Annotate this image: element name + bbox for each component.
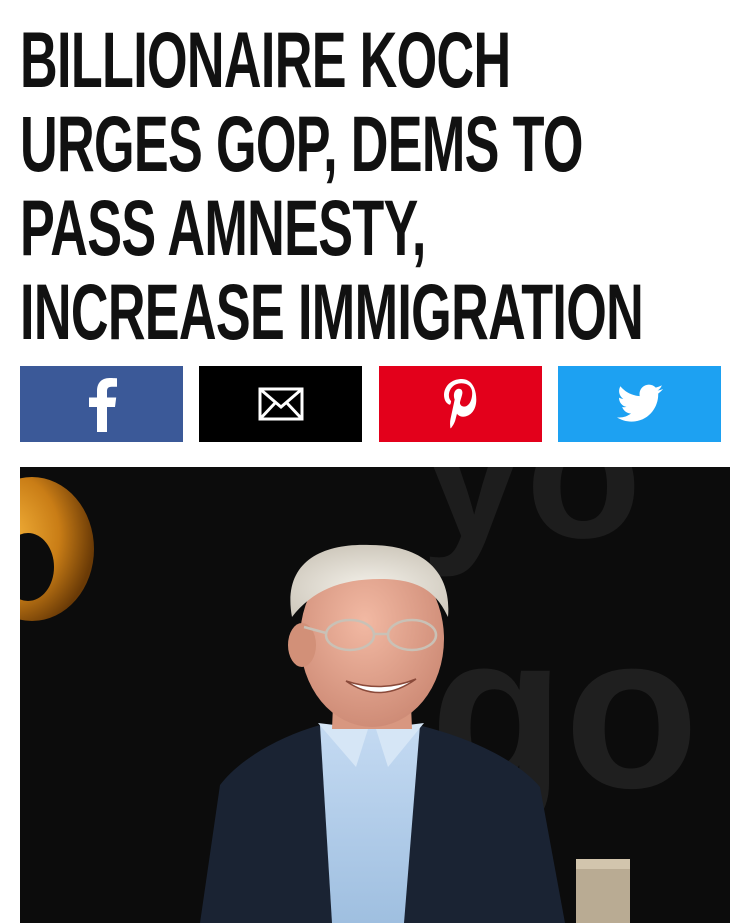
facebook-icon [88,378,117,432]
headline-line-1: BILLIONAIRE KOCH [20,15,511,104]
email-share-button[interactable] [199,366,362,442]
article-headline: BILLIONAIRE KOCH URGES GOP, DEMS TO PASS… [20,15,644,356]
pinterest-icon [443,379,476,429]
background-lettering: yo [420,467,642,578]
share-bar [20,366,721,442]
envelope-icon [258,387,303,421]
headline-line-4: INCREASE IMMIGRATION [20,267,644,356]
twitter-share-button[interactable] [558,366,721,442]
man-shirt [320,725,420,923]
headline-line-2: URGES GOP, DEMS TO [20,99,583,188]
article-hero-image: yo go [20,467,730,923]
twitter-bird-icon [616,384,663,422]
facebook-share-button[interactable] [20,366,183,442]
pinterest-share-button[interactable] [379,366,542,442]
headline-line-3: PASS AMNESTY, [20,183,426,272]
